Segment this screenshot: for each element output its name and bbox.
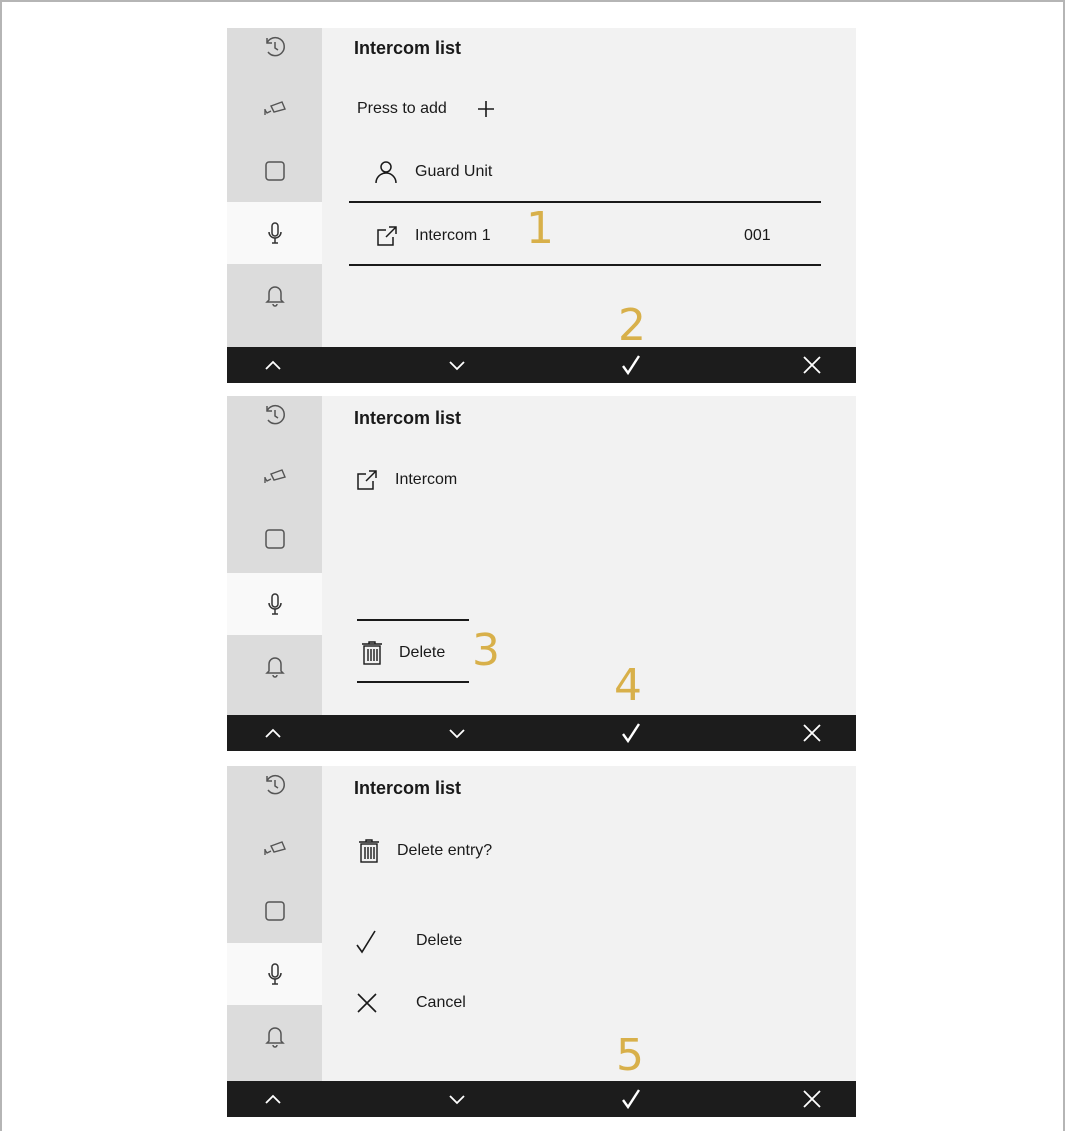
confirm-button[interactable] (601, 347, 661, 383)
step-label: 3 (472, 625, 500, 676)
plus-icon (478, 101, 494, 117)
history-icon (265, 36, 285, 57)
selection-top-line (357, 619, 469, 621)
bottom-bar (227, 347, 856, 383)
trash-icon (359, 839, 379, 863)
up-button[interactable] (243, 347, 303, 383)
sidebar-item-intercom[interactable] (227, 943, 322, 1005)
bottom-bar (227, 1081, 856, 1117)
trash-icon (362, 641, 382, 665)
bell-icon (264, 1027, 285, 1048)
screen-intercom-list: Intercom list Press to add Guard Unit In… (227, 28, 856, 383)
close-icon (803, 1090, 821, 1108)
sidebar-item-intercom[interactable] (227, 573, 322, 635)
up-button[interactable] (243, 715, 303, 751)
bell-icon (264, 286, 285, 307)
sidebar-item-history[interactable] (227, 28, 322, 78)
check-icon (622, 723, 641, 744)
microphone-icon (267, 593, 282, 615)
sidebar-item-bell[interactable] (227, 635, 322, 697)
square-icon (264, 161, 285, 181)
down-button[interactable] (427, 715, 487, 751)
microphone-icon (267, 222, 282, 244)
chevron-down-icon (449, 1095, 465, 1105)
step-label: 1 (526, 203, 554, 254)
bell-icon (264, 657, 285, 678)
sidebar-item-bell[interactable] (227, 1005, 322, 1067)
intercom-label: Intercom (395, 471, 458, 488)
chevron-up-icon (265, 728, 281, 738)
chevron-up-icon (265, 1094, 281, 1104)
sidebar-item-intercom[interactable] (227, 202, 322, 264)
sidebar (227, 28, 322, 347)
page-title: Intercom list (354, 778, 462, 798)
step-label: 2 (618, 300, 646, 351)
guard-unit-label: Guard Unit (415, 163, 493, 180)
intercom-number: 001 (744, 227, 771, 244)
sidebar-item-panel[interactable] (227, 880, 322, 942)
chevron-down-icon (449, 361, 465, 371)
selection-bottom-line (357, 681, 469, 683)
sidebar-item-camera[interactable] (227, 818, 322, 880)
cancel-label: Cancel (416, 994, 466, 1011)
down-button[interactable] (427, 347, 487, 383)
screen-intercom-options: Intercom list Intercom Delete 3 4 (227, 396, 856, 751)
external-link-icon (357, 470, 377, 490)
sidebar-item-history[interactable] (227, 766, 322, 816)
confirm-button[interactable] (601, 715, 661, 751)
sidebar (227, 766, 322, 1081)
selection-top-line (349, 201, 821, 203)
sidebar-item-history[interactable] (227, 396, 322, 446)
step-label: 4 (614, 660, 642, 711)
square-icon (264, 529, 285, 549)
sidebar-item-bell[interactable] (227, 264, 322, 326)
camera-icon (263, 101, 286, 115)
sidebar-item-camera[interactable] (227, 446, 322, 508)
frame-left-border (0, 0, 2, 1131)
check-icon (622, 1089, 641, 1110)
confirm-button[interactable] (601, 1081, 661, 1117)
up-button[interactable] (243, 1081, 303, 1117)
sidebar-item-camera[interactable] (227, 78, 322, 140)
frame-top-border (0, 0, 1065, 2)
check-icon (622, 355, 641, 376)
close-button[interactable] (782, 715, 842, 751)
confirm-delete-label: Delete (416, 932, 463, 949)
sidebar (227, 396, 322, 715)
page-title: Intercom list (354, 38, 462, 58)
camera-icon (263, 841, 286, 855)
history-icon (265, 404, 285, 425)
down-button[interactable] (427, 1081, 487, 1117)
close-icon (803, 356, 821, 374)
chevron-down-icon (449, 729, 465, 739)
history-icon (265, 774, 285, 795)
external-link-icon (377, 226, 397, 246)
close-icon (803, 724, 821, 742)
microphone-icon (267, 963, 282, 985)
screen-delete-confirm: Intercom list Delete entry? Delete Cance… (227, 766, 856, 1117)
square-icon (264, 901, 285, 921)
bottom-bar (227, 715, 856, 751)
intercom-name: Intercom 1 (415, 227, 491, 244)
camera-icon (263, 469, 286, 483)
close-icon (357, 993, 377, 1013)
close-button[interactable] (782, 347, 842, 383)
selection-bottom-line (349, 264, 821, 266)
press-to-add-label: Press to add (357, 100, 447, 117)
person-icon (375, 161, 397, 184)
sidebar-item-panel[interactable] (227, 508, 322, 570)
delete-prompt: Delete entry? (397, 842, 493, 859)
sidebar-item-panel[interactable] (227, 140, 322, 202)
delete-label: Delete (399, 644, 446, 661)
close-button[interactable] (782, 1081, 842, 1117)
chevron-up-icon (265, 360, 281, 370)
check-icon (356, 930, 376, 954)
step-label: 5 (616, 1030, 644, 1081)
page-title: Intercom list (354, 408, 462, 428)
